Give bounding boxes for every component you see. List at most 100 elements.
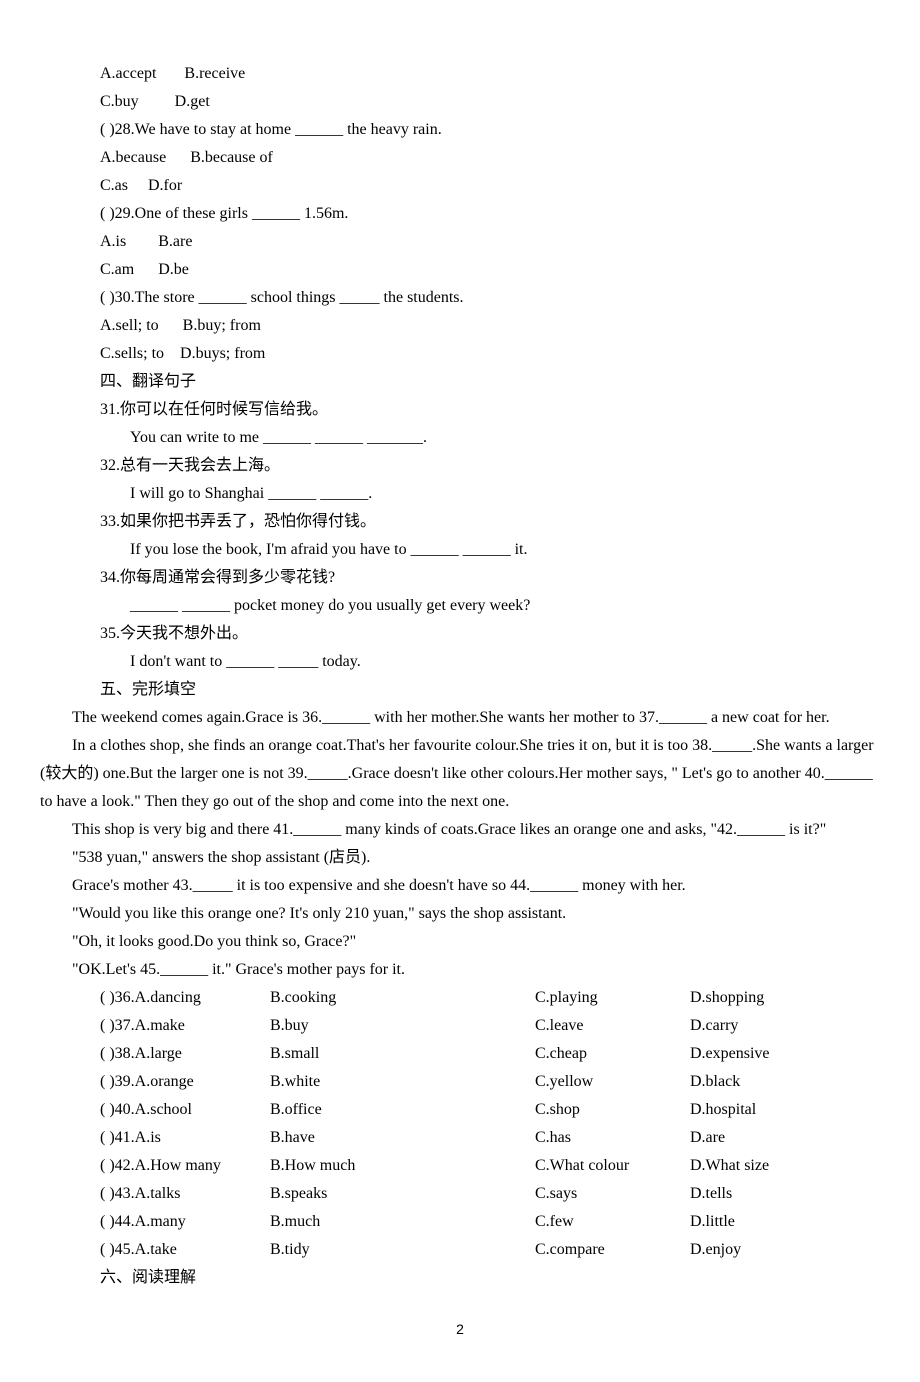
- q30-stem: ( )30.The store ______ school things ___…: [40, 284, 880, 312]
- cloze-optA: ( )40.A.school: [100, 1096, 270, 1124]
- cloze-optB: B.How much: [270, 1152, 535, 1180]
- cloze-optC: C.What colour: [535, 1152, 690, 1180]
- q29-c: C.am: [100, 261, 134, 278]
- t35-en: I don't want to ______ _____ today.: [40, 648, 880, 676]
- t33-en: If you lose the book, I'm afraid you hav…: [40, 536, 880, 564]
- cloze-p5: Grace's mother 43._____ it is too expens…: [40, 872, 880, 900]
- t34-zh: 34.你每周通常会得到多少零花钱?: [40, 564, 880, 592]
- cloze-row-42: ( )42.A.How manyB.How muchC.What colourD…: [40, 1152, 880, 1180]
- cloze-optB: B.speaks: [270, 1180, 535, 1208]
- cloze-optA: ( )41.A.is: [100, 1124, 270, 1152]
- q28-a: A.because: [100, 149, 166, 166]
- cloze-optD: D.What size: [690, 1152, 880, 1180]
- cloze-p3: This shop is very big and there 41._____…: [40, 816, 880, 844]
- q29-options-row2: C.am D.be: [40, 256, 880, 284]
- cloze-p6: "Would you like this orange one? It's on…: [40, 900, 880, 928]
- cloze-optA: ( )39.A.orange: [100, 1068, 270, 1096]
- cloze-optD: D.little: [690, 1208, 880, 1236]
- q29-b: B.are: [158, 233, 192, 250]
- t35-zh: 35.今天我不想外出。: [40, 620, 880, 648]
- cloze-optD: D.are: [690, 1124, 880, 1152]
- q30-b: B.buy; from: [183, 317, 261, 334]
- cloze-optD: D.enjoy: [690, 1236, 880, 1264]
- cloze-row-36: ( )36.A.dancingB.cookingC.playingD.shopp…: [40, 984, 880, 1012]
- q30-options-row2: C.sells; to D.buys; from: [40, 340, 880, 368]
- cloze-row-38: ( )38.A.largeB.smallC.cheapD.expensive: [40, 1040, 880, 1068]
- section-4-title: 四、翻译句子: [40, 368, 880, 396]
- t32-zh: 32.总有一天我会去上海。: [40, 452, 880, 480]
- cloze-row-40: ( )40.A.schoolB.officeC.shopD.hospital: [40, 1096, 880, 1124]
- q29-options-row1: A.is B.are: [40, 228, 880, 256]
- q27-a: A.accept: [100, 65, 156, 82]
- cloze-optA: ( )37.A.make: [100, 1012, 270, 1040]
- cloze-p7: "Oh, it looks good.Do you think so, Grac…: [40, 928, 880, 956]
- cloze-p4: "538 yuan," answers the shop assistant (…: [40, 844, 880, 872]
- cloze-optB: B.small: [270, 1040, 535, 1068]
- t33-zh: 33.如果你把书弄丢了，恐怕你得付钱。: [40, 508, 880, 536]
- cloze-options-block: ( )36.A.dancingB.cookingC.playingD.shopp…: [40, 984, 880, 1264]
- cloze-optD: D.black: [690, 1068, 880, 1096]
- q29-a: A.is: [100, 233, 126, 250]
- cloze-optA: ( )44.A.many: [100, 1208, 270, 1236]
- cloze-p2: In a clothes shop, she finds an orange c…: [40, 732, 880, 816]
- q30-c: C.sells; to: [100, 345, 164, 362]
- q28-b: B.because of: [190, 149, 273, 166]
- page-number: 2: [40, 1317, 880, 1342]
- q30-a: A.sell; to: [100, 317, 159, 334]
- cloze-optC: C.yellow: [535, 1068, 690, 1096]
- t34-en: ______ ______ pocket money do you usuall…: [40, 592, 880, 620]
- t31-zh: 31.你可以在任何时候写信给我。: [40, 396, 880, 424]
- q27-options-row1: A.accept B.receive: [40, 60, 880, 88]
- cloze-optB: B.have: [270, 1124, 535, 1152]
- cloze-optD: D.tells: [690, 1180, 880, 1208]
- worksheet-page: A.accept B.receive C.buy D.get ( )28.We …: [40, 60, 880, 1342]
- q30-d: D.buys; from: [180, 345, 265, 362]
- cloze-optC: C.cheap: [535, 1040, 690, 1068]
- q27-c: C.buy: [100, 93, 139, 110]
- cloze-optB: B.office: [270, 1096, 535, 1124]
- cloze-optC: C.few: [535, 1208, 690, 1236]
- cloze-optA: ( )36.A.dancing: [100, 984, 270, 1012]
- cloze-optD: D.expensive: [690, 1040, 880, 1068]
- cloze-optB: B.cooking: [270, 984, 535, 1012]
- cloze-optB: B.tidy: [270, 1236, 535, 1264]
- cloze-optD: D.shopping: [690, 984, 880, 1012]
- cloze-optA: ( )43.A.talks: [100, 1180, 270, 1208]
- cloze-p1: The weekend comes again.Grace is 36.____…: [40, 704, 880, 732]
- cloze-optB: B.white: [270, 1068, 535, 1096]
- q29-d: D.be: [158, 261, 189, 278]
- cloze-optC: C.leave: [535, 1012, 690, 1040]
- q28-stem: ( )28.We have to stay at home ______ the…: [40, 116, 880, 144]
- cloze-row-37: ( )37.A.makeB.buyC.leaveD.carry: [40, 1012, 880, 1040]
- cloze-optC: C.has: [535, 1124, 690, 1152]
- q28-options-row2: C.as D.for: [40, 172, 880, 200]
- cloze-optC: C.shop: [535, 1096, 690, 1124]
- cloze-optD: D.hospital: [690, 1096, 880, 1124]
- q29-stem: ( )29.One of these girls ______ 1.56m.: [40, 200, 880, 228]
- section-5-title: 五、完形填空: [40, 676, 880, 704]
- cloze-optC: C.says: [535, 1180, 690, 1208]
- cloze-row-41: ( )41.A.isB.haveC.hasD.are: [40, 1124, 880, 1152]
- q28-options-row1: A.because B.because of: [40, 144, 880, 172]
- cloze-optA: ( )45.A.take: [100, 1236, 270, 1264]
- cloze-row-43: ( )43.A.talksB.speaksC.saysD.tells: [40, 1180, 880, 1208]
- cloze-row-39: ( )39.A.orangeB.whiteC.yellowD.black: [40, 1068, 880, 1096]
- t32-en: I will go to Shanghai ______ ______.: [40, 480, 880, 508]
- q28-c: C.as: [100, 177, 128, 194]
- section-6-title: 六、阅读理解: [40, 1264, 880, 1292]
- cloze-row-44: ( )44.A.manyB.muchC.fewD.little: [40, 1208, 880, 1236]
- cloze-optB: B.buy: [270, 1012, 535, 1040]
- q27-d: D.get: [175, 93, 210, 110]
- cloze-optA: ( )42.A.How many: [100, 1152, 270, 1180]
- cloze-p8: "OK.Let's 45.______ it." Grace's mother …: [40, 956, 880, 984]
- q28-d: D.for: [148, 177, 182, 194]
- cloze-row-45: ( )45.A.takeB.tidyC.compareD.enjoy: [40, 1236, 880, 1264]
- cloze-optD: D.carry: [690, 1012, 880, 1040]
- q27-b: B.receive: [184, 65, 245, 82]
- q30-options-row1: A.sell; to B.buy; from: [40, 312, 880, 340]
- cloze-optB: B.much: [270, 1208, 535, 1236]
- q27-options-row2: C.buy D.get: [40, 88, 880, 116]
- cloze-optC: C.playing: [535, 984, 690, 1012]
- cloze-optC: C.compare: [535, 1236, 690, 1264]
- t31-en: You can write to me ______ ______ ______…: [40, 424, 880, 452]
